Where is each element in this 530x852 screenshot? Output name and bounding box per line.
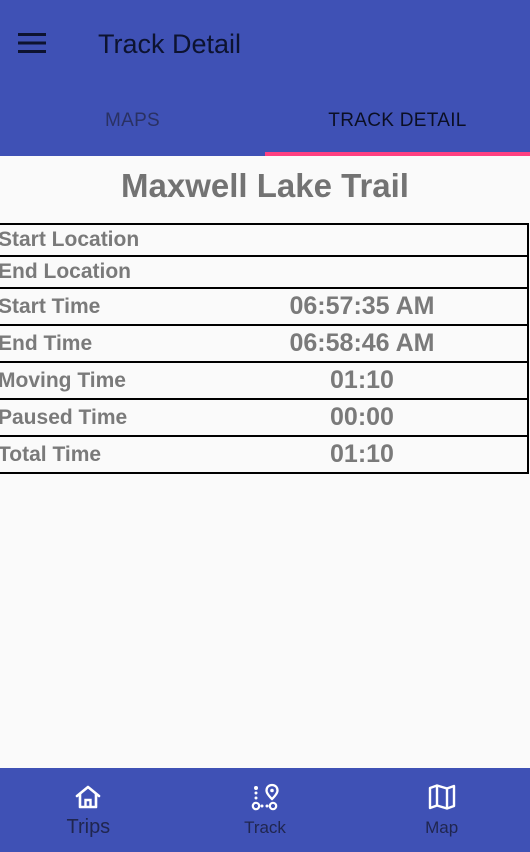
row-value (197, 255, 529, 289)
page-title: Track Detail (98, 29, 242, 59)
row-label: Paused Time (0, 398, 197, 437)
row-value: 01:10 (197, 361, 529, 400)
table-row: End Location (0, 255, 529, 289)
route-icon (251, 783, 279, 811)
menu-button[interactable] (12, 25, 52, 61)
row-label: End Location (0, 255, 197, 289)
nav-label-track: Track (244, 818, 286, 837)
tab-track-detail[interactable]: TRACK DETAIL (265, 90, 530, 156)
home-icon (76, 785, 101, 809)
map-icon (428, 784, 455, 810)
row-value: 06:58:46 AM (197, 324, 529, 363)
row-label: Total Time (0, 435, 197, 474)
nav-item-trips[interactable]: Trips (0, 768, 177, 852)
table-row: Start Time 06:57:35 AM (0, 287, 529, 326)
row-label: Start Location (0, 223, 197, 257)
tab-maps-label: MAPS (104, 110, 161, 131)
nav-label-trips: Trips (66, 816, 111, 838)
row-label: End Time (0, 324, 197, 363)
nav-item-map[interactable]: Map (353, 768, 530, 852)
row-label: Start Time (0, 287, 197, 326)
row-label: Moving Time (0, 361, 197, 400)
nav-label-map: Map (425, 818, 459, 837)
bottom-navigation: Trips Track Map (0, 768, 530, 852)
row-value: 01:10 (197, 435, 529, 474)
track-detail-table: Start Location End Location Start Time 0… (0, 223, 529, 474)
table-row: Moving Time 01:10 (0, 361, 529, 400)
tab-bar: MAPS TRACK DETAIL (0, 90, 530, 156)
tab-track-detail-label: TRACK DETAIL (328, 110, 467, 131)
app-bar: Track Detail MAPS TRACK DETAIL (0, 0, 530, 156)
table-row: Start Location (0, 223, 529, 257)
track-name: Maxwell Lake Trail (121, 167, 409, 204)
table-row: Total Time 01:10 (0, 435, 529, 474)
row-value (197, 223, 529, 257)
hamburger-menu-icon (18, 33, 46, 53)
tab-maps[interactable]: MAPS (0, 90, 265, 156)
nav-item-track[interactable]: Track (177, 768, 354, 852)
row-value: 00:00 (197, 398, 529, 437)
table-row: Paused Time 00:00 (0, 398, 529, 437)
row-value: 06:57:35 AM (197, 287, 529, 326)
track-detail-content: Maxwell Lake Trail Start Location End Lo… (0, 156, 530, 474)
table-row: End Time 06:58:46 AM (0, 324, 529, 363)
app-screen: Track Detail MAPS TRACK DETAIL Maxwell L… (0, 0, 530, 852)
